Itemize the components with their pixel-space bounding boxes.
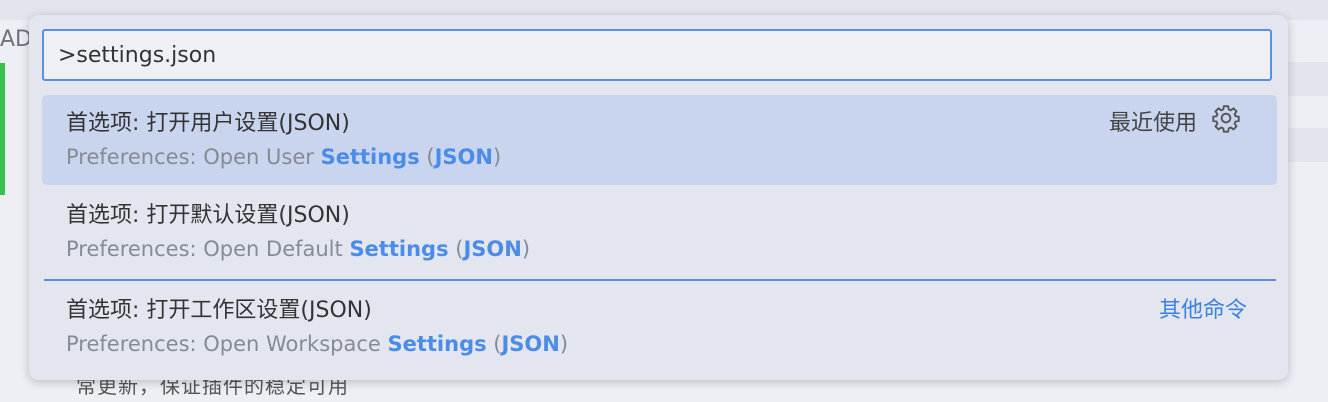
subtitle-text: Preferences: Open Default — [66, 237, 350, 261]
command-item-open-default-settings-json[interactable]: 首选项: 打开默认设置(JSON) Preferences: Open Defa… — [42, 187, 1277, 277]
subtitle-text: ( — [419, 145, 435, 169]
command-palette-input-value: >settings.json — [58, 43, 217, 68]
command-item-open-user-settings-json[interactable]: 首选项: 打开用户设置(JSON) Preferences: Open User… — [42, 95, 1277, 185]
subtitle-text: ) — [559, 332, 569, 356]
recently-used-label: 最近使用 — [1108, 111, 1197, 136]
command-item-subtitle: Preferences: Open Workspace Settings (JS… — [66, 332, 568, 356]
editor-partial-text: AD — [0, 27, 32, 52]
match-highlight: Settings — [320, 145, 420, 169]
subtitle-text: ) — [492, 145, 502, 169]
subtitle-text: Preferences: Open User — [66, 145, 321, 169]
match-highlight: JSON — [434, 145, 493, 169]
command-item-subtitle: Preferences: Open User Settings (JSON) — [66, 145, 501, 169]
match-highlight: JSON — [501, 332, 560, 356]
match-highlight: Settings — [349, 237, 449, 261]
git-change-indicator — [0, 63, 5, 195]
match-highlight: Settings — [387, 332, 487, 356]
other-commands-link[interactable]: 其他命令 — [1159, 292, 1247, 324]
subtitle-text: ) — [521, 237, 531, 261]
subtitle-text: ( — [448, 237, 464, 261]
command-item-open-workspace-settings-json[interactable]: 首选项: 打开工作区设置(JSON) Preferences: Open Wor… — [42, 282, 1277, 372]
gear-icon[interactable] — [1211, 103, 1241, 133]
match-highlight: JSON — [463, 237, 522, 261]
command-palette: >settings.json 首选项: 打开用户设置(JSON) Prefere… — [29, 15, 1288, 380]
command-item-title: 首选项: 打开工作区设置(JSON) — [66, 298, 372, 323]
subtitle-text: Preferences: Open Workspace — [66, 332, 388, 356]
command-item-title: 首选项: 打开默认设置(JSON) — [66, 203, 350, 228]
group-separator — [44, 279, 1276, 281]
command-palette-input[interactable]: >settings.json — [42, 29, 1272, 81]
subtitle-text: ( — [486, 332, 502, 356]
command-item-title: 首选项: 打开用户设置(JSON) — [66, 111, 350, 136]
command-item-subtitle: Preferences: Open Default Settings (JSON… — [66, 237, 530, 261]
